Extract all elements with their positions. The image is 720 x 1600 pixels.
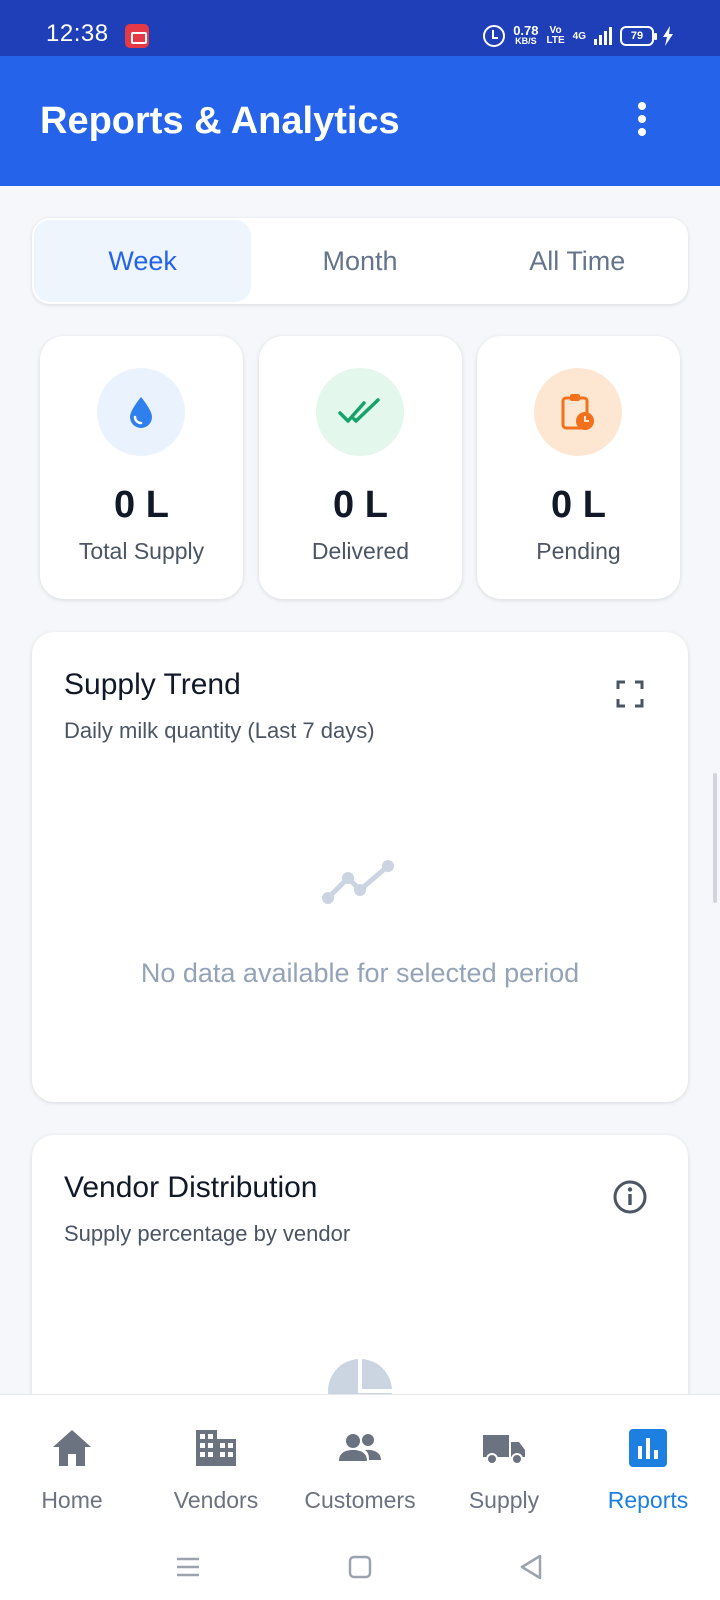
more-vert-icon[interactable] xyxy=(634,102,650,138)
back-icon[interactable] xyxy=(516,1552,546,1582)
stat-label: Delivered xyxy=(311,538,410,564)
stat-icon-circle xyxy=(97,368,185,456)
scrollbar[interactable] xyxy=(713,773,717,903)
tab-month[interactable]: Month xyxy=(251,220,468,302)
nav-item-customers[interactable]: Customers xyxy=(288,1395,432,1523)
nav-item-reports[interactable]: Reports xyxy=(576,1395,720,1523)
stat-value: 0 L xyxy=(114,484,169,526)
home-button-icon[interactable] xyxy=(345,1552,375,1582)
nav-label: Reports xyxy=(607,1487,689,1513)
supply-trend-card: Supply Trend Daily milk quantity (Last 7… xyxy=(32,632,688,1102)
home-icon xyxy=(53,1430,91,1466)
status-icons: 0.78 KB/S Vo LTE 4G 79 xyxy=(483,20,674,52)
volte-indicator: Vo LTE xyxy=(547,26,565,46)
card-subtitle: Daily milk quantity (Last 7 days) xyxy=(64,718,375,743)
alarm-icon xyxy=(483,25,506,47)
network-speed-unit: KB/S xyxy=(515,36,537,46)
nav-label: Customers xyxy=(304,1487,416,1513)
charging-icon xyxy=(663,26,673,46)
stat-value: 0 L xyxy=(551,484,606,526)
battery-icon: 79 xyxy=(620,26,657,46)
app-bar: Reports & Analytics xyxy=(0,56,720,186)
stat-value: 0 L xyxy=(333,484,388,526)
network-speed: 0.78 KB/S xyxy=(513,23,539,47)
stat-card-total-supply[interactable]: 0 L Total Supply xyxy=(40,336,243,599)
clipboard-clock-icon xyxy=(561,394,594,430)
period-tabs: Week Month All Time xyxy=(32,218,688,304)
nav-item-home[interactable]: Home xyxy=(0,1395,144,1523)
line-chart-icon xyxy=(322,860,394,904)
network-speed-value: 0.78 xyxy=(513,23,539,38)
signal-icon xyxy=(594,27,612,45)
status-bar: 12:38 0.78 KB/S Vo LTE 4G 79 xyxy=(0,0,720,56)
nav-item-vendors[interactable]: Vendors xyxy=(144,1395,288,1523)
stat-card-pending[interactable]: 0 L Pending xyxy=(477,336,680,599)
fullscreen-icon[interactable] xyxy=(612,676,648,712)
people-icon xyxy=(339,1434,381,1461)
screen-record-icon xyxy=(125,24,149,48)
recents-icon[interactable] xyxy=(173,1552,203,1582)
truck-icon xyxy=(483,1435,525,1465)
nav-label: Home xyxy=(41,1487,103,1513)
tab-week[interactable]: Week xyxy=(34,220,252,302)
card-title: Vendor Distribution xyxy=(64,1171,318,1204)
double-check-icon xyxy=(338,398,380,423)
status-time: 12:38 xyxy=(46,20,109,47)
stat-label: Pending xyxy=(536,538,621,564)
system-nav-bar xyxy=(0,1534,720,1600)
network-type: 4G xyxy=(572,30,586,42)
nav-label: Vendors xyxy=(173,1487,259,1513)
card-subtitle: Supply percentage by vendor xyxy=(64,1221,351,1246)
stat-icon-circle xyxy=(316,368,404,456)
stat-icon-circle xyxy=(534,368,622,456)
stat-card-delivered[interactable]: 0 L Delivered xyxy=(259,336,462,599)
page-title: Reports & Analytics xyxy=(40,100,400,142)
nav-label: Supply xyxy=(468,1487,540,1513)
water-drop-icon xyxy=(130,397,152,428)
building-icon xyxy=(196,1430,236,1466)
info-icon[interactable] xyxy=(612,1179,648,1215)
bottom-nav: Home Vendors Customers Supply Reports xyxy=(0,1394,720,1534)
vendor-distribution-card: Vendor Distribution Supply percentage by… xyxy=(32,1135,688,1435)
nav-item-supply[interactable]: Supply xyxy=(432,1395,576,1523)
card-title: Supply Trend xyxy=(64,668,241,701)
stat-label: Total Supply xyxy=(78,538,205,564)
empty-state-text: No data available for selected period xyxy=(140,958,580,988)
volte-bottom: LTE xyxy=(546,35,565,46)
bar-chart-icon xyxy=(629,1429,667,1467)
tab-all-time[interactable]: All Time xyxy=(469,220,686,302)
